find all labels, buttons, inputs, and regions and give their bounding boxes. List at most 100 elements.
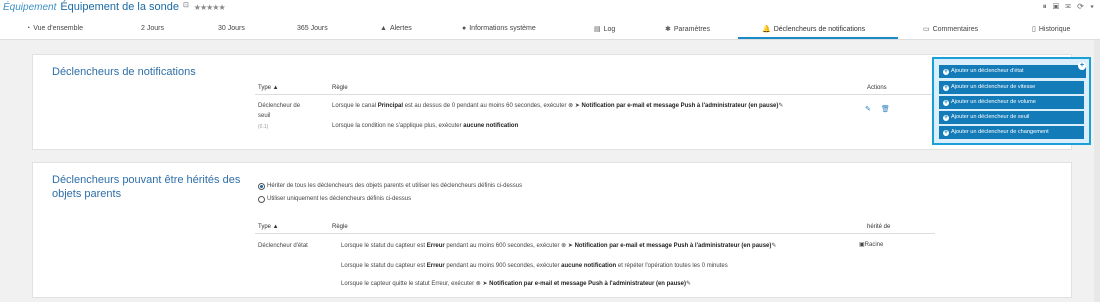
inherited-from-label: Racine	[864, 242, 884, 248]
use-only-defined-radio[interactable]	[258, 196, 265, 203]
divider	[255, 94, 935, 95]
panel-title-line1: Déclencheurs pouvant être hérités des	[52, 174, 241, 186]
notification-triggers-panel: Déclencheurs de notifications Type ▲ Règ…	[32, 54, 1072, 150]
device-name[interactable]: Équipement de la sonde	[60, 1, 179, 13]
menu-item-label: Ajouter un déclencheur de seuil	[951, 114, 1030, 120]
rule-text: Lorsque la condition ne s'applique plus,…	[332, 123, 464, 129]
rule-text: Lorsque le capteur quitte le statut Erre…	[341, 281, 476, 287]
menu-item-label: Ajouter un déclencheur d'état	[951, 68, 1024, 74]
log-icon: ▤	[594, 26, 601, 33]
panel-title-line2: objets parents	[52, 188, 122, 200]
column-header-inherited: hérité de	[867, 224, 891, 230]
inherited-rule-1: Lorsque le statut du capteur est Erreur …	[341, 242, 776, 251]
menu-item-label: Ajouter un déclencheur de changement	[951, 129, 1049, 135]
scrollbar[interactable]	[1094, 40, 1100, 302]
divider	[255, 233, 935, 234]
tab-system-info[interactable]: ● Informations système	[462, 25, 536, 32]
tab-30days[interactable]: 30 Jours	[218, 25, 245, 32]
rule-text: Lorsque le canal	[332, 103, 378, 109]
pencil-icon[interactable]: ✎	[865, 105, 871, 113]
comment-icon: ▭	[923, 26, 930, 33]
info-icon: ●	[462, 25, 467, 32]
tab-label: Déclencheurs de notifications	[773, 26, 866, 33]
tab-comments[interactable]: ▭ Commentaires	[923, 25, 978, 33]
dashboard-icon: ◔	[26, 25, 31, 32]
panel-title: Déclencheurs de notifications	[52, 66, 196, 78]
rule-text: pendant au moins 600 secondes, exécuter	[444, 243, 562, 249]
use-only-defined-label[interactable]: Utiliser uniquement les déclencheurs déf…	[267, 195, 411, 204]
edit-notification-icon[interactable]: ✎	[778, 103, 783, 109]
status-value: Erreur	[426, 243, 445, 249]
tab-label: Commentaires	[932, 26, 979, 33]
menu-item-label: Ajouter un déclencheur de volume	[951, 99, 1036, 105]
gear-icon: ✱	[665, 26, 671, 33]
tab-alerts[interactable]: ▲ Alertes	[380, 25, 412, 32]
inherited-rule-3: Lorsque le capteur quitte le statut Erre…	[341, 280, 691, 289]
inherit-all-label[interactable]: Hériter de tous les déclencheurs des obj…	[267, 182, 522, 191]
tab-label: Historique	[1038, 26, 1071, 33]
tab-label: 30 Jours	[218, 25, 245, 32]
no-notification-label: aucune notification	[463, 123, 519, 129]
add-state-trigger-item[interactable]: + Ajouter un déclencheur d'état	[939, 65, 1086, 78]
active-tab-indicator	[738, 37, 898, 39]
rule-text: est au dessus de 0 pendant au moins 60 s…	[403, 103, 569, 109]
tab-notification-triggers[interactable]: 🔔 Déclencheurs de notifications	[762, 25, 865, 33]
warning-icon: ▲	[380, 25, 387, 32]
inherited-from[interactable]: ▣Racine	[859, 241, 883, 250]
edit-notification-icon[interactable]: ✎	[771, 243, 776, 249]
trigger-rule-1: Lorsque le canal Principal est au dessus…	[332, 102, 783, 111]
menu-item-label: Ajouter un déclencheur de vitesse	[951, 84, 1036, 90]
notification-link[interactable]: Notification par e-mail et message Push …	[582, 103, 779, 109]
channel-name: Principal	[377, 103, 404, 109]
plus-circle-icon: +	[943, 100, 949, 106]
close-circle-icon[interactable]: +	[1078, 62, 1086, 70]
plus-circle-icon: +	[943, 115, 949, 121]
pause-arrow-icon: ⊗ ➤	[475, 281, 490, 287]
device-icon[interactable]: ⊡	[183, 2, 189, 9]
add-threshold-trigger-item[interactable]: + Ajouter un déclencheur de seuil	[939, 111, 1084, 124]
column-header-rule: Règle	[332, 224, 348, 230]
pause-arrow-icon: ⊗ ➤	[568, 103, 582, 109]
tab-label: Alertes	[389, 25, 412, 32]
rule-text: pendant au moins 900 secondes, exécuter	[444, 263, 562, 269]
window-controls-icon[interactable]: ⏸ ▣ ✉ ⟳ ▾	[1043, 2, 1096, 12]
tab-history[interactable]: ▯ Historique	[1032, 25, 1070, 33]
tab-overview[interactable]: ◔ Vue d'ensemble	[26, 25, 83, 32]
header-bar: Équipement Équipement de la sonde ⊡ ★★★★…	[0, 0, 1100, 16]
notification-link[interactable]: Notification par e-mail et message Push …	[575, 243, 772, 249]
plus-circle-icon: +	[943, 130, 949, 136]
tab-label: Vue d'ensemble	[33, 25, 83, 32]
pause-arrow-icon: ⊗ ➤	[561, 243, 575, 249]
trigger-rule-2: Lorsque la condition ne s'applique plus,…	[332, 122, 518, 131]
rule-text: et répéter l'opération toutes les 0 minu…	[616, 263, 728, 269]
column-header-rule: Règle	[332, 85, 348, 91]
bell-icon: 🔔	[762, 26, 771, 33]
page-title: Équipement Équipement de la sonde ⊡ ★★★★…	[3, 1, 226, 13]
tab-bar: ◔ Vue d'ensemble 2 Jours 30 Jours 365 Jou…	[0, 16, 1100, 40]
inherited-rule-2: Lorsque le statut du capteur est Erreur …	[341, 262, 728, 271]
priority-stars[interactable]: ★★★★★	[194, 3, 226, 12]
add-change-trigger-item[interactable]: + Ajouter un déclencheur de changement	[939, 126, 1084, 139]
add-speed-trigger-item[interactable]: + Ajouter un déclencheur de vitesse	[939, 81, 1084, 94]
column-header-type[interactable]: Type ▲	[258, 85, 279, 91]
no-notification-label: aucune notification	[561, 263, 617, 269]
tab-log[interactable]: ▤ Log	[594, 25, 615, 33]
inherit-all-radio[interactable]	[258, 183, 265, 190]
add-volume-trigger-item[interactable]: + Ajouter un déclencheur de volume	[939, 96, 1084, 109]
trash-icon[interactable]: 🗑	[881, 105, 890, 113]
status-value: Erreur	[426, 263, 445, 269]
notification-link[interactable]: Notification par e-mail et message Push …	[489, 281, 686, 287]
rule-text: Lorsque le statut du capteur est	[341, 243, 427, 249]
tab-label: Log	[603, 26, 616, 33]
add-trigger-menu: + Ajouter un déclencheur d'état + + Ajoute…	[932, 57, 1091, 145]
edit-notification-icon[interactable]: ✎	[686, 281, 691, 287]
tab-settings[interactable]: ✱ Paramètres	[665, 25, 710, 33]
tab-label: 365 Jours	[297, 25, 328, 32]
tab-label: Informations système	[469, 25, 536, 32]
trigger-type-line2: seuil	[258, 113, 271, 119]
tab-365days[interactable]: 365 Jours	[297, 25, 328, 32]
trigger-type-line1: Déclencheur de	[258, 103, 301, 109]
tab-2days[interactable]: 2 Jours	[141, 25, 164, 32]
column-header-actions: Actions	[867, 85, 887, 91]
column-header-type[interactable]: Type ▲	[258, 224, 279, 230]
